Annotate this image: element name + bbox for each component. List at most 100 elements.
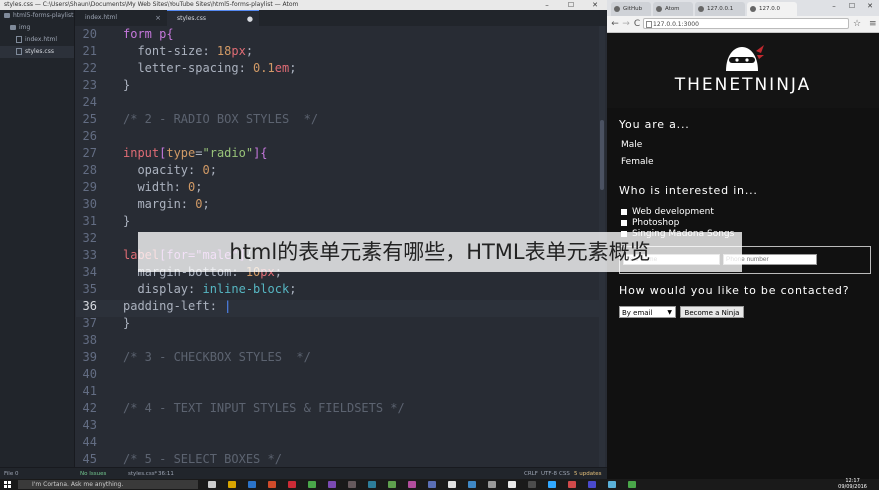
app-icon[interactable] — [568, 481, 576, 488]
code-token: ; — [289, 61, 297, 75]
caption-overlay: html的表单元素有哪些，HTML表单元素概览 — [138, 232, 742, 272]
cortana-search-box[interactable]: I'm Cortana. Ask me anything. — [18, 480, 198, 489]
status-encoding[interactable]: UTF-8 — [541, 468, 557, 479]
code-line[interactable]: } — [123, 315, 130, 332]
app-icon[interactable] — [408, 481, 416, 488]
minimize-button[interactable]: – — [535, 0, 559, 10]
code-line[interactable]: /* 5 - SELECT BOXES */ — [123, 451, 282, 468]
line-number: 37 — [82, 316, 97, 330]
code-line[interactable]: width: 0; — [123, 179, 203, 196]
editor-scrollbar-thumb[interactable] — [600, 120, 604, 190]
app-icon[interactable] — [588, 481, 596, 488]
code-token: width: — [123, 180, 189, 194]
code-token: type — [166, 146, 196, 160]
code-line[interactable]: letter-spacing: 0.1em; — [123, 60, 296, 77]
tree-root[interactable]: html5-forms-playlist — [4, 10, 73, 22]
code-token: 0.1 — [253, 61, 275, 75]
code-line[interactable]: form p{ — [123, 26, 174, 43]
code-line[interactable]: /* 3 - CHECKBOX STYLES */ — [123, 349, 311, 366]
code-token: | — [224, 299, 232, 313]
checkbox-web-development[interactable] — [621, 209, 627, 215]
tab-styles-css[interactable]: styles.css ● — [167, 10, 259, 26]
code-line[interactable]: padding-left: | — [123, 298, 231, 315]
firefox-icon[interactable] — [268, 481, 276, 488]
browser-maximize-button[interactable]: ☐ — [843, 0, 861, 12]
status-issues[interactable]: No Issues — [80, 468, 106, 479]
app-icon[interactable] — [368, 481, 376, 488]
app-icon[interactable] — [548, 481, 556, 488]
browser-close-button[interactable]: ✕ — [861, 0, 879, 12]
app-icon[interactable] — [468, 481, 476, 488]
line-number: 25 — [82, 112, 97, 126]
chrome-icon[interactable] — [308, 481, 316, 488]
edge-icon[interactable] — [248, 481, 256, 488]
checkbox-photoshop[interactable] — [621, 220, 627, 226]
atom-title: styles.css — C:\Users\Shaun\Documents\My… — [4, 1, 299, 8]
status-file[interactable]: File 0 — [4, 468, 18, 479]
modified-dot-icon[interactable]: ● — [247, 11, 253, 27]
windows-start-icon[interactable] — [4, 481, 12, 488]
line-number: 29 — [82, 180, 97, 194]
checkbox-label-photoshop[interactable]: Photoshop — [632, 218, 679, 228]
caption-text: html的表单元素有哪些，HTML表单元素概览 — [229, 240, 651, 264]
code-line[interactable]: } — [123, 77, 130, 94]
code-line[interactable]: font-size: 18px; — [123, 43, 253, 60]
radio-label-female[interactable]: Female — [621, 157, 654, 167]
task-view-icon[interactable] — [208, 481, 216, 488]
gender-heading: You are a... — [619, 118, 690, 131]
code-line[interactable]: opacity: 0; — [123, 162, 217, 179]
app-icon[interactable] — [448, 481, 456, 488]
tree-item-index-html[interactable]: index.html — [16, 34, 57, 46]
reload-button[interactable]: C — [631, 18, 643, 30]
menu-icon[interactable]: ≡ — [869, 18, 877, 30]
opera-icon[interactable] — [288, 481, 296, 488]
app-icon[interactable] — [628, 481, 636, 488]
visual-studio-icon[interactable] — [328, 481, 336, 488]
radio-label-male[interactable]: Male — [621, 140, 642, 150]
app-icon[interactable] — [528, 481, 536, 488]
browser-tab-atom[interactable]: Atom — [653, 2, 693, 16]
submit-button[interactable]: Become a Ninja — [680, 306, 744, 318]
status-eol[interactable]: CRLF — [524, 468, 538, 479]
line-number: 41 — [82, 384, 97, 398]
browser-tab-localhost-2[interactable]: 127.0.0 — [747, 2, 797, 16]
contact-method-select[interactable]: By email ▼ — [619, 306, 676, 318]
address-bar[interactable]: 127.0.0.1:3000 — [643, 18, 849, 29]
code-token: inline-block — [202, 282, 290, 296]
browser-tab-github[interactable]: GitHub — [611, 2, 651, 16]
file-explorer-icon[interactable] — [228, 481, 236, 488]
status-updates[interactable]: 5 updates — [574, 468, 602, 479]
code-line[interactable]: } — [123, 213, 130, 230]
app-icon[interactable] — [608, 481, 616, 488]
close-button[interactable]: ✕ — [583, 0, 607, 10]
app-icon[interactable] — [428, 481, 436, 488]
code-line[interactable]: display: inline-block; — [123, 281, 296, 298]
line-number: 26 — [82, 129, 97, 143]
app-icon[interactable] — [388, 481, 396, 488]
tree-view: html5-forms-playlist img index.html styl… — [0, 10, 75, 467]
maximize-button[interactable]: ☐ — [559, 0, 583, 10]
browser-minimize-button[interactable]: – — [825, 0, 843, 12]
code-line[interactable]: /* 2 - RADIO BOX STYLES */ — [123, 111, 318, 128]
checkbox-label-web-development[interactable]: Web development — [632, 207, 714, 217]
code-line[interactable]: margin: 0; — [123, 196, 209, 213]
system-clock[interactable]: 12:17 09/09/2016 — [838, 478, 867, 490]
code-token: ; — [195, 180, 203, 194]
tab-index-html[interactable]: index.html × — [75, 10, 167, 26]
code-token: ; — [245, 44, 254, 58]
app-icon[interactable] — [488, 481, 496, 488]
bookmark-star-icon[interactable]: ☆ — [853, 18, 861, 30]
status-grammar[interactable]: CSS — [559, 468, 570, 479]
tree-item-styles-css[interactable]: styles.css — [0, 46, 74, 58]
code-token: /* 4 - TEXT INPUT STYLES & FIELDSETS */ — [123, 401, 405, 415]
tree-item-img[interactable]: img — [10, 22, 30, 34]
line-number: 40 — [82, 367, 97, 381]
close-icon[interactable]: × — [155, 10, 161, 26]
code-token: 0 — [202, 163, 210, 177]
code-line[interactable]: /* 4 - TEXT INPUT STYLES & FIELDSETS */ — [123, 400, 405, 417]
line-number: 21 — [82, 44, 97, 58]
code-line[interactable]: input[type="radio"]{ — [123, 145, 268, 162]
app-icon[interactable] — [508, 481, 516, 488]
atom-app-icon[interactable] — [348, 481, 356, 488]
browser-tab-localhost-1[interactable]: 127.0.0.1 — [695, 2, 745, 16]
